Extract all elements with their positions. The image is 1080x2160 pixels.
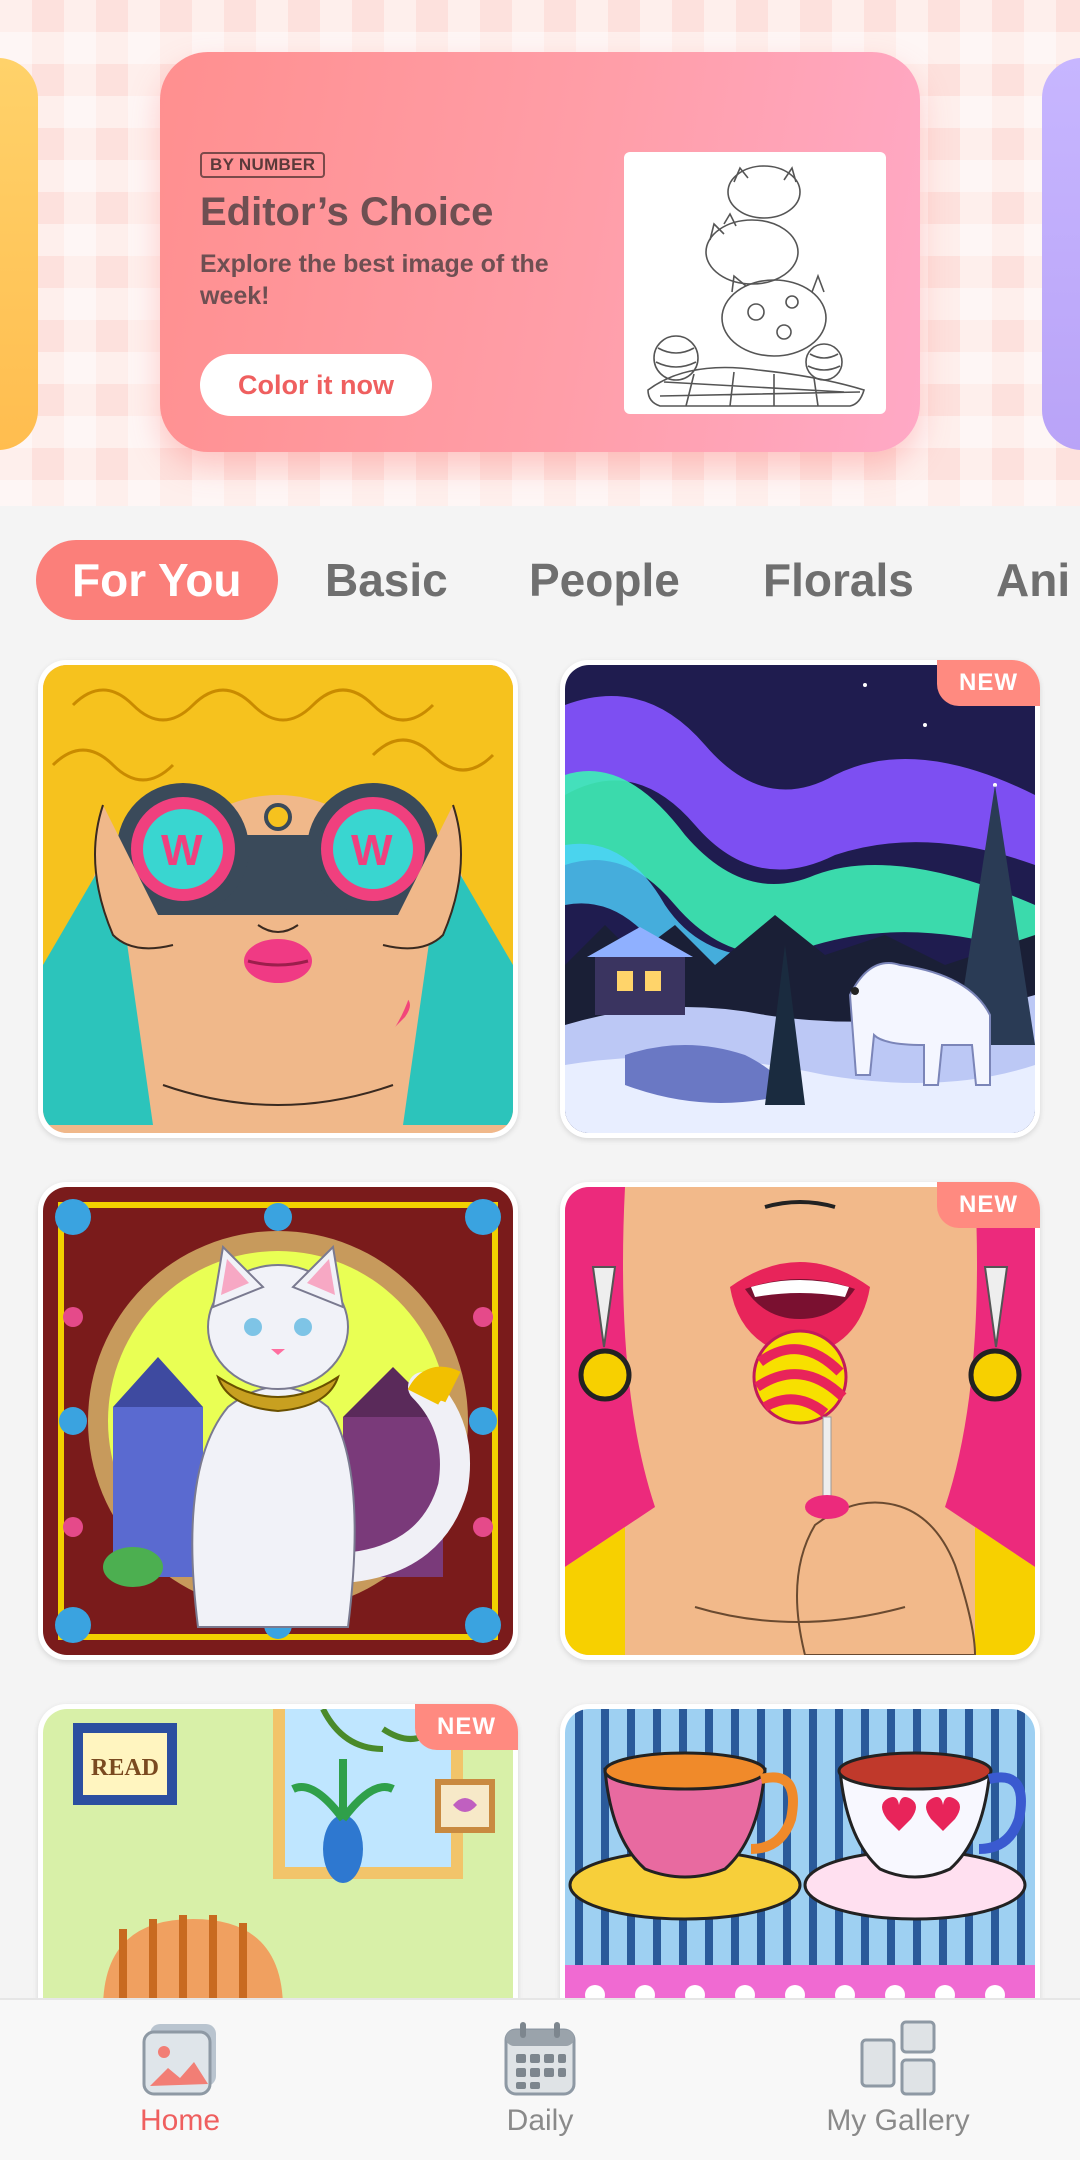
artwork-card[interactable] [38,1182,518,1660]
cat-ornate-frame-artwork [43,1187,513,1655]
gallery-icon [860,2020,936,2096]
lollipop-lips-artwork [565,1187,1035,1655]
color-it-now-button[interactable]: Color it now [200,354,432,416]
editors-choice-banner[interactable]: BY NUMBER Editor’s Choice Explore the be… [160,52,920,452]
tab-basic[interactable]: Basic [325,540,448,620]
nav-home-label: Home [139,2104,221,2137]
nav-daily-label: Daily [506,2104,574,2137]
new-badge: NEW [937,1182,1040,1228]
calendar-icon [504,2022,576,2096]
banner-subtitle: Explore the best image of the week! [200,250,549,310]
banner-thumbnail[interactable] [624,152,886,414]
tab-for-you[interactable]: For You [36,540,278,620]
bottom-navigation: Home Daily My Gallery [0,1998,1080,2160]
tab-florals[interactable]: Florals [763,540,914,620]
woman-binoculars-artwork: W W [43,665,513,1133]
tab-people[interactable]: People [529,540,680,620]
aurora-polar-bear-artwork [565,665,1035,1133]
nav-my-gallery-label: My Gallery [826,2104,970,2137]
category-tabs: For You Basic People Florals Ani [0,530,1080,630]
banner-carousel[interactable]: BY NUMBER Editor’s Choice Explore the be… [0,0,1080,506]
artwork-card[interactable]: NEW [560,1182,1040,1660]
tab-animals[interactable]: Ani [996,540,1070,620]
svg-text:READ: READ [91,1755,159,1781]
new-badge: NEW [415,1704,518,1750]
nav-my-gallery[interactable]: My Gallery [778,2020,1018,2150]
previous-banner-card[interactable] [0,58,38,450]
svg-text:W: W [161,826,203,875]
image-icon [142,2024,216,2096]
banner-title: Editor’s Choice [200,190,494,234]
artwork-card[interactable]: NEW [560,660,1040,1138]
nav-daily[interactable]: Daily [420,2020,660,2150]
nav-home[interactable]: Home [60,2020,300,2150]
cats-line-art-image [647,165,865,407]
svg-text:W: W [351,826,393,875]
banner-tag: BY NUMBER [200,152,326,178]
next-banner-card[interactable] [1042,58,1080,450]
artwork-card[interactable]: W W [38,660,518,1138]
new-badge: NEW [937,660,1040,706]
